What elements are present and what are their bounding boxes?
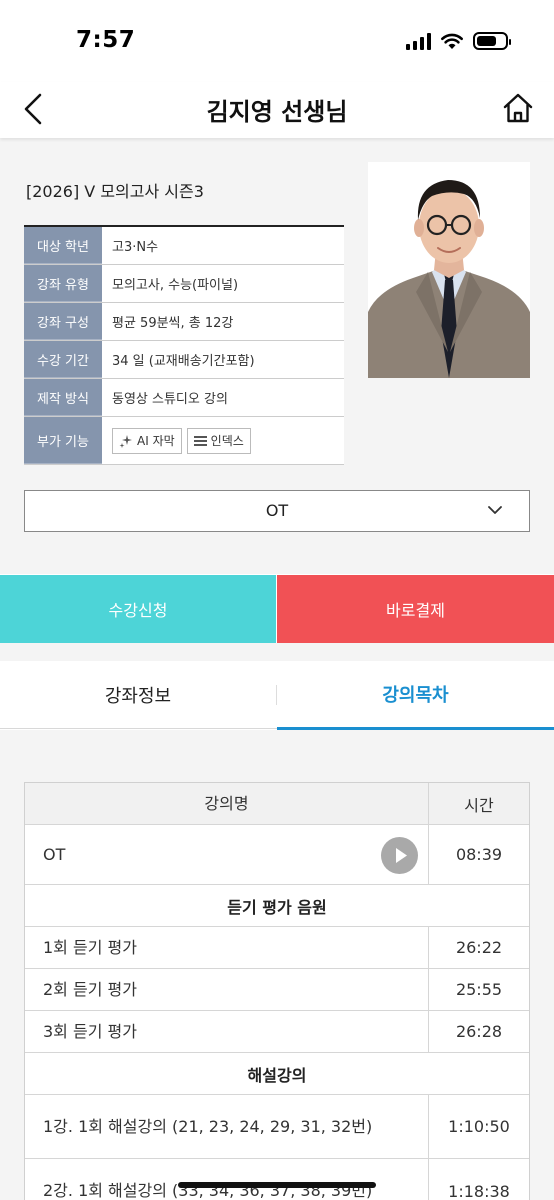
info-value: AI 자막 인덱스: [102, 417, 344, 464]
lecture-name: 2회 듣기 평가: [25, 969, 429, 1010]
wifi-icon: [441, 33, 463, 49]
lecture-name: 1회 듣기 평가: [25, 927, 429, 968]
info-row-grade: 대상 학년 고3·N수: [24, 227, 344, 265]
course-title: [2026] V 모의고사 시즌3: [26, 182, 204, 201]
info-value: 평균 59분씩, 총 12강: [102, 303, 344, 340]
lecture-select-value: OT: [265, 501, 289, 520]
play-icon: [396, 848, 407, 863]
info-row-period: 수강 기간 34 일 (교재배송기간포함): [24, 341, 344, 379]
sparkle-icon: [119, 434, 132, 448]
table-row[interactable]: 1회 듣기 평가 26:22: [25, 927, 529, 969]
enroll-button[interactable]: 수강신청: [0, 575, 276, 643]
course-info-table: 대상 학년 고3·N수 강좌 유형 모의고사, 수능(파이널) 강좌 구성 평균…: [24, 225, 344, 465]
home-indicator: [178, 1182, 376, 1188]
table-row[interactable]: 2강. 1회 해설강의 (33, 34, 36, 37, 38, 39번) 1:…: [25, 1159, 529, 1200]
header-name: 강의명: [25, 783, 429, 824]
info-label: 강좌 구성: [24, 303, 102, 340]
lecture-time: 26:28: [455, 1022, 503, 1041]
info-label: 강좌 유형: [24, 265, 102, 302]
chevron-down-icon: [488, 506, 502, 514]
feature-label: AI 자막: [137, 434, 175, 448]
pay-now-button[interactable]: 바로결제: [277, 575, 554, 643]
lecture-table: 강의명 시간 OT 08:39 듣기 평가 음원 1회 듣기 평가 26:22 …: [24, 782, 530, 1200]
info-value: 모의고사, 수능(파이널): [102, 265, 344, 302]
table-row[interactable]: OT 08:39: [25, 825, 529, 885]
lecture-name: 3회 듣기 평가: [25, 1011, 429, 1052]
feature-ai-subtitle[interactable]: AI 자막: [112, 427, 182, 454]
status-time: 7:57: [76, 27, 136, 53]
signal-icon: [406, 32, 431, 50]
info-value: 34 일 (교재배송기간포함): [102, 341, 344, 378]
section-header: 듣기 평가 음원: [25, 885, 529, 927]
lecture-time: 1:10:50: [448, 1117, 510, 1136]
course-summary: [2026] V 모의고사 시즌3 대상 학년 고3·N수 강좌 유형 모의고사…: [0, 138, 554, 574]
lecture-select[interactable]: OT: [24, 490, 530, 532]
tab-bar: 강좌정보 강의목차: [0, 661, 554, 730]
status-bar: 7:57: [0, 0, 554, 82]
lecture-time: 25:55: [455, 980, 503, 999]
info-label: 부가 기능: [24, 417, 102, 464]
info-row-composition: 강좌 구성 평균 59분씩, 총 12강: [24, 303, 344, 341]
tab-course-info[interactable]: 강좌정보: [0, 661, 276, 729]
page-title: 김지영 선생님: [206, 98, 348, 126]
lecture-time: 08:39: [455, 845, 503, 864]
battery-icon: [473, 32, 511, 50]
info-value: 동영상 스튜디오 강의: [102, 379, 344, 416]
lecture-name-text: OT: [43, 844, 66, 864]
list-icon: [193, 435, 207, 446]
info-row-features: 부가 기능 AI 자막 인덱스: [24, 417, 344, 465]
lecture-time: 26:22: [455, 938, 503, 957]
tab-lecture-toc[interactable]: 강의목차: [277, 661, 554, 730]
info-label: 대상 학년: [24, 227, 102, 264]
table-row[interactable]: 1강. 1회 해설강의 (21, 23, 24, 29, 31, 32번) 1:…: [25, 1095, 529, 1159]
teacher-photo: [368, 162, 530, 378]
play-button[interactable]: [381, 837, 418, 874]
lecture-name: OT: [25, 825, 429, 884]
table-row[interactable]: 2회 듣기 평가 25:55: [25, 969, 529, 1011]
info-row-production: 제작 방식 동영상 스튜디오 강의: [24, 379, 344, 417]
status-icons: [406, 32, 511, 50]
home-button[interactable]: [500, 90, 536, 126]
feature-index[interactable]: 인덱스: [186, 427, 251, 454]
info-label: 수강 기간: [24, 341, 102, 378]
nav-header: 김지영 선생님: [0, 82, 554, 138]
lecture-name: 2강. 1회 해설강의 (33, 34, 36, 37, 38, 39번): [25, 1159, 429, 1200]
section-header: 해설강의: [25, 1053, 529, 1095]
info-value: 고3·N수: [102, 227, 344, 264]
feature-label: 인덱스: [210, 434, 244, 448]
header-time: 시간: [464, 795, 494, 815]
spacer: [0, 643, 554, 661]
table-header: 강의명 시간: [25, 783, 529, 825]
info-label: 제작 방식: [24, 379, 102, 416]
table-row[interactable]: 3회 듣기 평가 26:28: [25, 1011, 529, 1053]
lecture-name: 1강. 1회 해설강의 (21, 23, 24, 29, 31, 32번): [25, 1095, 429, 1158]
lecture-time: 1:18:38: [448, 1181, 510, 1200]
home-icon: [503, 93, 533, 123]
info-row-type: 강좌 유형 모의고사, 수능(파이널): [24, 265, 344, 303]
